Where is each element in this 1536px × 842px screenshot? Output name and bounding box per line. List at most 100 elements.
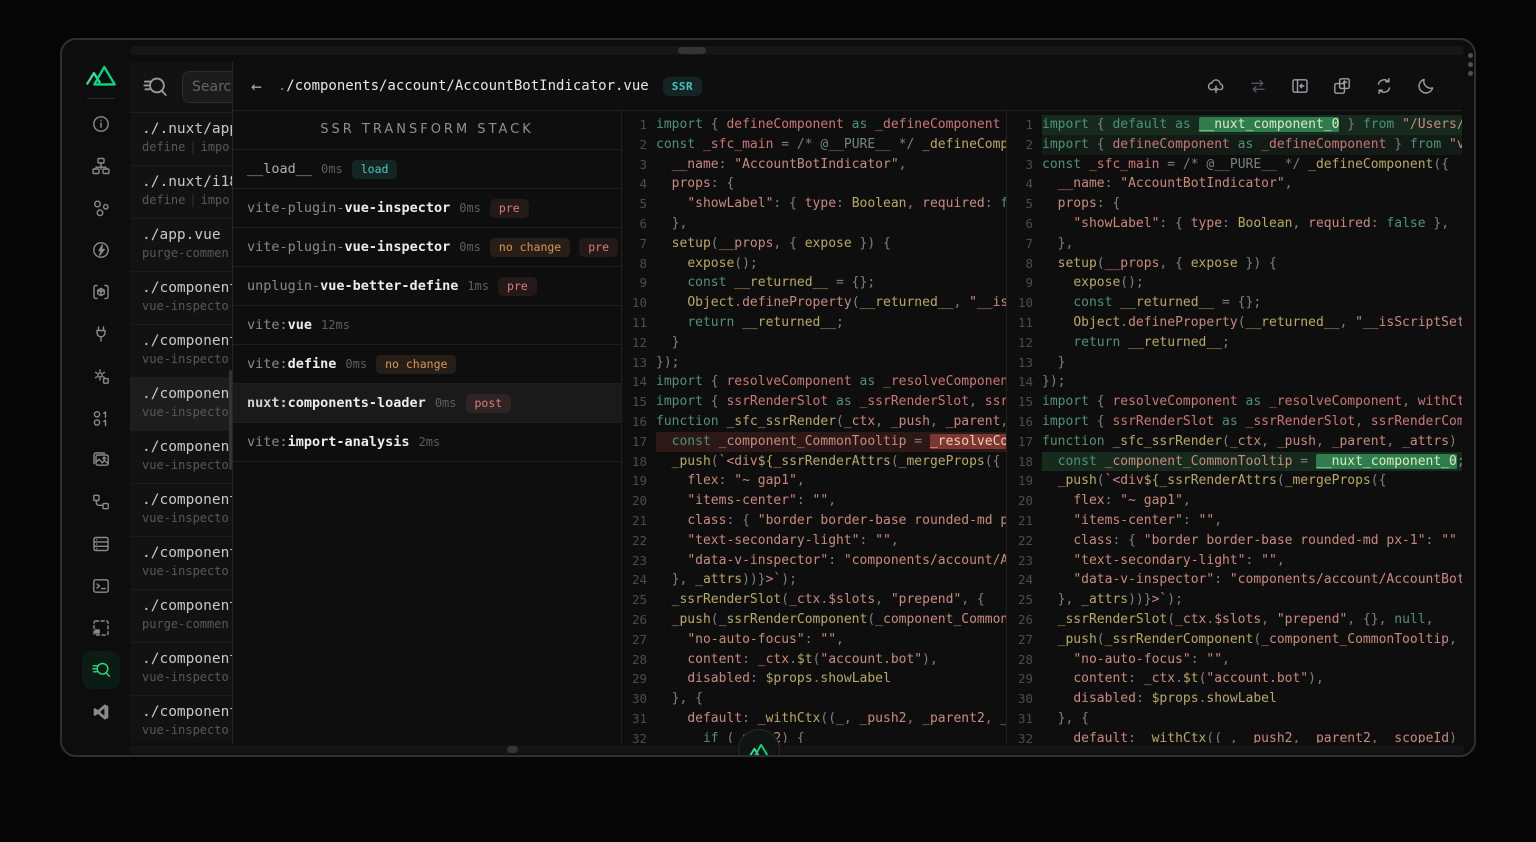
code-text: } bbox=[1042, 353, 1462, 373]
top-scrollbar-thumb[interactable] bbox=[678, 47, 706, 54]
code-line: 32 if (_push2) { bbox=[621, 729, 1006, 743]
code-line: 21 class: { "border border-base rounded-… bbox=[621, 511, 1006, 531]
code-line: 16 function _sfc_ssrRender(_ctx, _push, _… bbox=[621, 412, 1006, 432]
window-drag-handle[interactable] bbox=[1468, 53, 1473, 76]
sidebar-item-server-routes[interactable] bbox=[80, 481, 122, 523]
sidebar-item-storage[interactable] bbox=[80, 523, 122, 565]
line-number: 31 bbox=[621, 709, 647, 729]
file-transform-badges: vue-inspecto bbox=[142, 564, 232, 578]
search-input[interactable]: Search bbox=[182, 71, 233, 103]
plugin-time: 2ms bbox=[419, 435, 441, 449]
bottom-scrollbar-thumb[interactable] bbox=[507, 746, 518, 753]
file-transform-badges: vue-inspecto bbox=[142, 299, 232, 313]
code-text: const __returned__ = {}; bbox=[1042, 293, 1462, 313]
line-number: 10 bbox=[1007, 293, 1033, 313]
plugin-name: nuxt: bbox=[247, 395, 288, 411]
collapse-panel-icon[interactable] bbox=[1290, 76, 1310, 96]
code-text: }, _attrs))}>`); bbox=[1042, 590, 1462, 610]
file-transform-badges: vue-inspecto bbox=[142, 670, 232, 684]
code-line: 1import { default as __nuxt_component_0 … bbox=[1007, 115, 1462, 135]
stack-row[interactable]: vite-plugin-vue-inspector0mspre bbox=[233, 189, 621, 228]
file-title: ./component bbox=[142, 598, 232, 614]
stack-row[interactable]: vite:import-analysis 2ms bbox=[233, 423, 621, 462]
refresh-icon[interactable] bbox=[1374, 76, 1394, 96]
sidebar-item-runtime-config[interactable] bbox=[80, 355, 122, 397]
file-row[interactable]: ./.nuxt/i18define|impo bbox=[130, 166, 232, 219]
server-routes-icon bbox=[91, 492, 111, 512]
back-button[interactable]: ← bbox=[251, 76, 262, 97]
code-text: "items-center": "", bbox=[1042, 511, 1462, 531]
file-row[interactable]: ./componentvue-inspecto bbox=[130, 696, 232, 743]
line-number: 22 bbox=[621, 531, 647, 551]
line-number: 15 bbox=[621, 392, 647, 412]
code-text: props: { bbox=[656, 174, 1006, 194]
file-row[interactable]: ./componentvue-inspecto bbox=[130, 431, 232, 484]
stack-row[interactable]: nuxt:components-loader0mspost bbox=[233, 384, 621, 423]
code-line: 16import { ssrRenderSlot as _ssrRenderSl… bbox=[1007, 412, 1462, 432]
file-row[interactable]: ./componentvue-inspecto bbox=[130, 378, 232, 431]
plugin-name: import-analysis bbox=[288, 434, 410, 450]
sidebar-item-overview[interactable] bbox=[80, 103, 122, 145]
sidebar-item-plugins[interactable] bbox=[80, 313, 122, 355]
plugin-name: vue-better-define bbox=[320, 278, 458, 294]
code-text: "data-v-inspector": "components/account/… bbox=[1042, 570, 1462, 590]
code-text: const __returned__ = {}; bbox=[656, 273, 1006, 293]
file-row[interactable]: ./componentvue-inspecto bbox=[130, 484, 232, 537]
sidebar-item-components[interactable] bbox=[80, 187, 122, 229]
code-line: 9 expose(); bbox=[1007, 273, 1462, 293]
sidebar-item-terminal[interactable] bbox=[80, 565, 122, 607]
code-line: 6 }, bbox=[621, 214, 1006, 234]
line-number: 19 bbox=[1007, 471, 1033, 491]
sidebar-nav bbox=[80, 103, 122, 733]
plugin-name: vite: bbox=[247, 434, 288, 450]
line-number: 19 bbox=[621, 471, 647, 491]
code-line: 22 class: { "border border-base rounded-… bbox=[1007, 531, 1462, 551]
file-row[interactable]: ./componentpurge-commen bbox=[130, 590, 232, 643]
line-number: 3 bbox=[1007, 155, 1033, 175]
dark-mode-icon[interactable] bbox=[1416, 76, 1436, 96]
code-text: _push(`<div${_ssrRenderAttrs(_mergeProps… bbox=[1042, 471, 1462, 491]
top-scrollbar[interactable] bbox=[130, 46, 1464, 55]
code-text: const _sfc_main = /* @__PURE__ */ _defin… bbox=[1042, 155, 1462, 175]
nuxt-logo-icon[interactable] bbox=[84, 60, 118, 90]
code-text: Object.defineProperty(__returned__, "__i… bbox=[656, 293, 1006, 313]
line-number: 15 bbox=[1007, 392, 1033, 412]
stack-row[interactable]: unplugin-vue-better-define1mspre bbox=[233, 267, 621, 306]
sidebar-item-pages[interactable] bbox=[80, 145, 122, 187]
line-number: 14 bbox=[1007, 372, 1033, 392]
stack-row[interactable]: vite:define0msno change bbox=[233, 345, 621, 384]
plugin-name: components-loader bbox=[288, 395, 426, 411]
sidebar-divider bbox=[87, 98, 115, 99]
stack-row[interactable]: vite-plugin-vue-inspector0msno changepre bbox=[233, 228, 621, 267]
file-row[interactable]: ./app.vuepurge-commen bbox=[130, 219, 232, 272]
file-row[interactable]: ./componentvue-inspecto bbox=[130, 643, 232, 696]
stack-row[interactable]: vite:vue12ms bbox=[233, 306, 621, 345]
sidebar-item-vite-inspect[interactable] bbox=[80, 649, 122, 691]
file-row[interactable]: ./componentvue-inspecto bbox=[130, 537, 232, 590]
code-line: 14}); bbox=[1007, 372, 1462, 392]
side-by-side-icon[interactable] bbox=[1332, 76, 1352, 96]
sidebar-item-assets[interactable] bbox=[80, 439, 122, 481]
line-number: 23 bbox=[621, 551, 647, 571]
sidebar-item-payload[interactable] bbox=[80, 397, 122, 439]
code-pane-before[interactable]: 1import { defineComponent as _defineComp… bbox=[621, 110, 1007, 743]
plugin-name: vite-plugin- bbox=[247, 239, 345, 255]
sidebar-item-modules[interactable] bbox=[80, 271, 122, 313]
file-row[interactable]: ./.nuxt/appdefine|impo bbox=[130, 113, 232, 166]
stack-row[interactable]: __load__0msload bbox=[233, 150, 621, 189]
plugins-icon bbox=[91, 324, 111, 344]
sidebar-item-imports[interactable] bbox=[80, 229, 122, 271]
sidebar bbox=[72, 56, 130, 741]
code-pane-after[interactable]: 1import { default as __nuxt_component_0 … bbox=[1007, 110, 1462, 743]
file-row[interactable]: ./componentvue-inspecto bbox=[130, 272, 232, 325]
sidebar-item-inspect[interactable] bbox=[80, 607, 122, 649]
code-text: function _sfc_ssrRender(_ctx, _push, _pa… bbox=[656, 412, 1006, 432]
bottom-scrollbar[interactable] bbox=[130, 745, 1464, 754]
sidebar-item-open-in-vscode[interactable] bbox=[80, 691, 122, 733]
plugin-time: 0ms bbox=[459, 201, 481, 215]
code-text: const _component_CommonTooltip = __nuxt_… bbox=[1042, 452, 1462, 472]
code-text: return __returned__; bbox=[1042, 333, 1462, 353]
line-number: 16 bbox=[621, 412, 647, 432]
cloud-sync-icon[interactable] bbox=[1206, 76, 1226, 96]
file-row[interactable]: ./componentvue-inspecto bbox=[130, 325, 232, 378]
